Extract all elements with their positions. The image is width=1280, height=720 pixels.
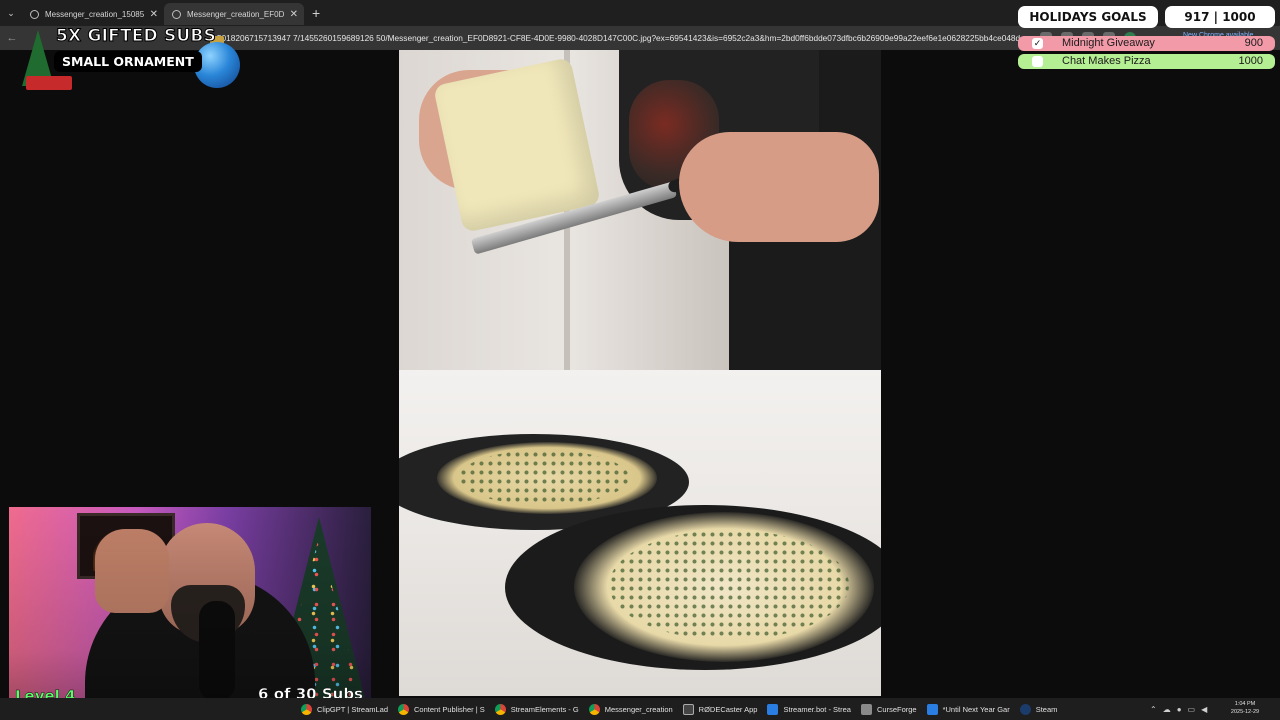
chrome-icon (494, 703, 506, 715)
taskbar-item-rodecaster[interactable]: RØDECaster App (678, 698, 763, 720)
taskbar-item-label: StreamElements - G (510, 704, 579, 714)
webcam-shading (9, 507, 371, 712)
screen: ⌄ Messenger_creation_150853C4 ✕ Messenge… (0, 0, 1280, 720)
globe-icon (30, 9, 39, 19)
photo-right-hand (679, 132, 879, 242)
taskbar-item-messenger[interactable]: Messenger_creation (584, 698, 678, 720)
checkmark-icon: ✓ (1032, 38, 1043, 49)
globe-icon (172, 9, 181, 19)
goal-value: 1000 (1238, 55, 1263, 67)
goal-label: Midnight Giveaway (1062, 37, 1155, 49)
gift-subs-title: 5X GIFTED SUBS (55, 26, 217, 47)
gift-subs-reward: SMALL ORNAMENT (54, 51, 202, 72)
cloud-icon[interactable]: ☁ (1163, 705, 1171, 714)
photo-herbs (459, 450, 629, 505)
taskbar-clock[interactable]: 1:04 PM 2025-12-29 (1228, 700, 1262, 716)
tab-title: Messenger_creation_150853C4 (45, 9, 144, 19)
goal-label: Chat Makes Pizza (1062, 55, 1151, 67)
taskbar-item-clipgpt[interactable]: ClipGPT | StreamLad (296, 698, 393, 720)
goals-count: 917 | 1000 (1165, 6, 1275, 28)
gift-box-icon (26, 76, 72, 90)
chrome-icon (301, 703, 312, 715)
address-bar[interactable]: ...5018206715713947 7/1455260159689126 5… (210, 30, 1022, 46)
goals-title: HOLIDAYS GOALS (1018, 6, 1158, 28)
system-tray: ⌃ ☁ ● ▭ ◀ (1150, 698, 1207, 720)
streamerbot-icon (767, 703, 779, 715)
tab-messenger-2[interactable]: Messenger_creation_EF0D8921 ✕ (164, 3, 304, 25)
taskbar-item-label: ClipGPT | StreamLad (317, 704, 389, 714)
tab-messenger-1[interactable]: Messenger_creation_150853C4 ✕ (22, 3, 164, 25)
close-tab-icon[interactable]: ✕ (290, 9, 298, 20)
taskbar-item-label: Steam (1035, 704, 1058, 714)
chrome-icon (588, 703, 600, 715)
chrome-icon (398, 703, 410, 715)
taskbar-item-label: Content Publisher | S (414, 704, 485, 714)
webcam-feed: Level 4 6 of 30 Subs (9, 507, 371, 712)
goal-value: 900 (1244, 37, 1263, 49)
photo-herbs (609, 530, 849, 640)
taskbar-item-label: RØDECaster App (698, 704, 758, 714)
close-tab-icon[interactable]: ✕ (150, 9, 158, 20)
tab-title: Messenger_creation_EF0D8921 (187, 9, 284, 19)
notepad-icon (926, 703, 938, 715)
volume-icon[interactable]: ◀ (1201, 705, 1207, 714)
rodecaster-icon (682, 703, 694, 715)
taskbar-item-label: Messenger_creation (604, 704, 673, 714)
back-arrow-icon[interactable]: ← (0, 32, 24, 44)
network-icon[interactable]: ▭ (1188, 705, 1196, 714)
taskbar: ClipGPT | StreamLad Content Publisher | … (0, 698, 1280, 720)
steam-icon (1019, 703, 1031, 715)
taskbar-item-curseforge[interactable]: CurseForge (856, 698, 922, 720)
microphone-icon[interactable]: ● (1177, 705, 1182, 714)
taskbar-item-label: Streamer.bot - Strea (783, 704, 851, 714)
main-photo (399, 50, 881, 696)
clock-date: 2025-12-29 (1230, 709, 1260, 715)
taskbar-item-streamelements[interactable]: StreamElements - G (490, 698, 584, 720)
goal-row-chat-makes-pizza: Chat Makes Pizza 1000 (1018, 54, 1275, 69)
taskbar-item-steam[interactable]: Steam (1015, 698, 1063, 720)
taskbar-item-notepad[interactable]: *Until Next Year Gar (922, 698, 1015, 720)
plus-icon[interactable]: + (312, 5, 320, 21)
tab-search-icon[interactable]: ⌄ (0, 2, 22, 24)
taskbar-item-label: *Until Next Year Gar (942, 704, 1010, 714)
chevron-up-icon[interactable]: ⌃ (1150, 705, 1157, 714)
taskbar-item-content-publisher[interactable]: Content Publisher | S (393, 698, 490, 720)
taskbar-item-streamerbot[interactable]: Streamer.bot - Strea (762, 698, 856, 720)
checkbox-icon (1032, 56, 1043, 67)
taskbar-item-label: CurseForge (876, 704, 917, 714)
taskbar-hidden-region (0, 698, 296, 720)
curseforge-icon (860, 703, 872, 715)
clock-time: 1:04 PM (1234, 701, 1256, 707)
goal-row-midnight-giveaway: ✓ Midnight Giveaway 900 (1018, 36, 1275, 51)
